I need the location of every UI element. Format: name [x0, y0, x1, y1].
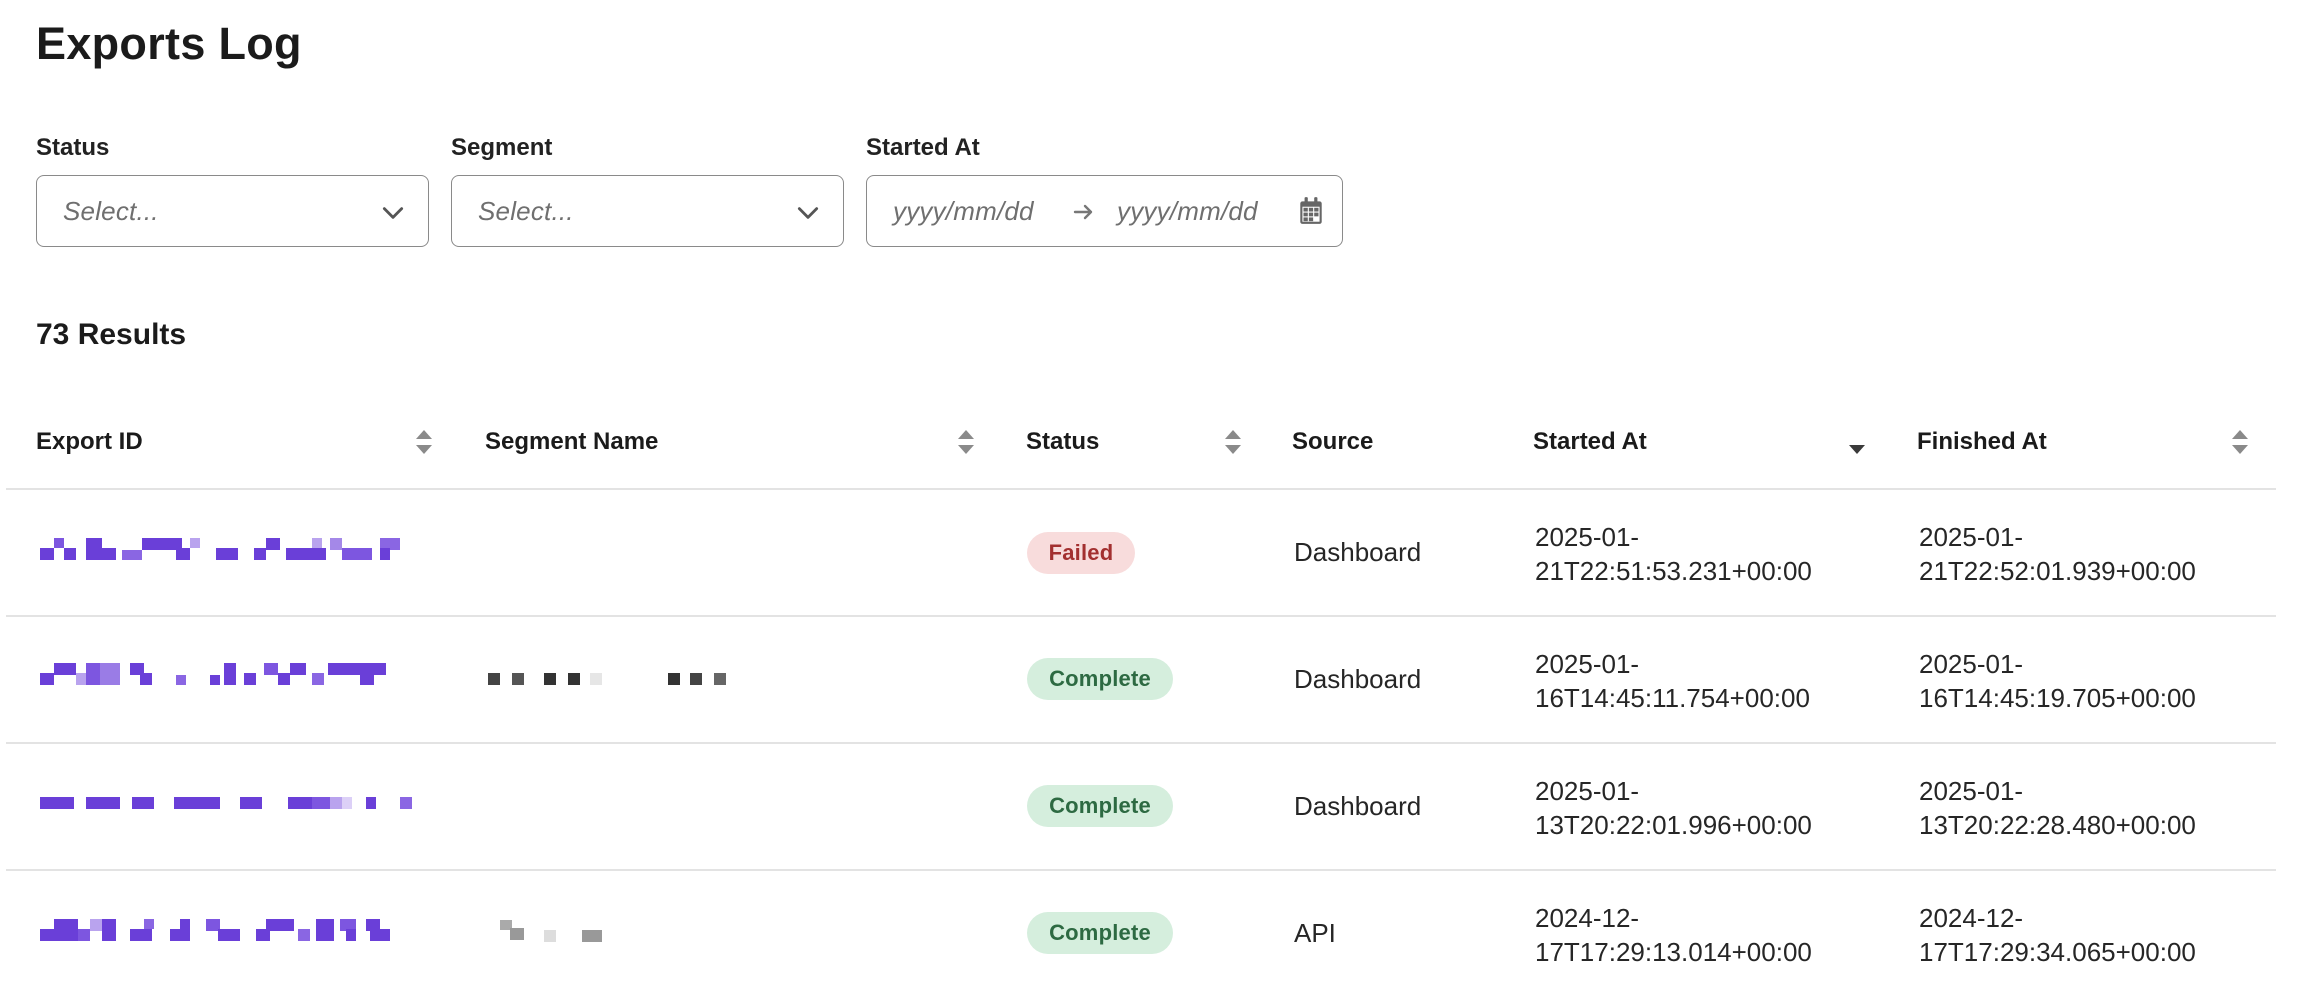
table-header: Export ID Segment Name Status Source Sta…	[0, 420, 2276, 488]
segment-filter-placeholder: Select...	[478, 195, 574, 226]
sort-icon[interactable]	[414, 428, 434, 456]
page-title: Exports Log	[36, 18, 302, 69]
started-at-time: 17T17:29:13.014+00:00	[1535, 937, 1812, 967]
arrow-right-icon	[1073, 204, 1093, 220]
column-header-export-id[interactable]: Export ID	[36, 428, 143, 456]
column-header-segment-name[interactable]: Segment Name	[485, 428, 658, 456]
finished-at-date: 2024-12-	[1919, 903, 2024, 933]
status-badge: Complete	[1027, 658, 1173, 700]
status-badge: Complete	[1027, 912, 1173, 954]
export-id-link[interactable]	[40, 797, 412, 809]
segment-name-link[interactable]	[488, 673, 728, 685]
export-id-link[interactable]	[40, 538, 402, 560]
started-at-cell: 2025-01- 21T22:51:53.231+00:00	[1535, 520, 1812, 588]
started-at-time: 16T14:45:11.754+00:00	[1535, 683, 1810, 713]
status-badge: Complete	[1027, 785, 1173, 827]
exports-log-page: Exports Log Status Select... Segment Sel…	[0, 0, 2304, 973]
started-at-date: 2025-01-	[1535, 522, 1640, 552]
finished-at-cell: 2025-01- 13T20:22:28.480+00:00	[1919, 774, 2196, 842]
started-at-date: 2025-01-	[1535, 649, 1640, 679]
column-header-source: Source	[1292, 428, 1374, 455]
column-header-finished-at[interactable]: Finished At	[1917, 428, 2047, 456]
finished-at-date: 2025-01-	[1919, 522, 2024, 552]
date-to-input[interactable]: yyyy/mm/dd	[1117, 196, 1258, 227]
source-cell: Dashboard	[1294, 791, 1422, 821]
started-at-filter-label: Started At	[866, 134, 980, 161]
table-row[interactable]: Failed Dashboard 2025-01- 21T22:51:53.23…	[0, 490, 2304, 616]
finished-at-cell: 2025-01- 16T14:45:19.705+00:00	[1919, 647, 2196, 715]
status-badge: Failed	[1027, 532, 1135, 574]
sort-icon[interactable]	[956, 428, 976, 456]
started-at-cell: 2025-01- 13T20:22:01.996+00:00	[1535, 774, 1812, 842]
export-id-link[interactable]	[40, 919, 390, 941]
finished-at-cell: 2024-12- 17T17:29:34.065+00:00	[1919, 901, 2196, 969]
finished-at-time: 21T22:52:01.939+00:00	[1919, 556, 2196, 586]
export-id-link[interactable]	[40, 663, 390, 685]
sort-icon[interactable]	[1223, 428, 1243, 456]
column-header-started-at[interactable]: Started At	[1533, 428, 1647, 456]
table-row[interactable]: Complete API 2024-12- 17T17:29:13.014+00…	[0, 871, 2304, 997]
source-cell: Dashboard	[1294, 664, 1422, 694]
table-row[interactable]: Complete Dashboard 2025-01- 16T14:45:11.…	[0, 617, 2304, 743]
finished-at-time: 16T14:45:19.705+00:00	[1919, 683, 2196, 713]
status-filter-select[interactable]: Select...	[36, 175, 429, 247]
started-at-cell: 2025-01- 16T14:45:11.754+00:00	[1535, 647, 1810, 715]
status-filter-placeholder: Select...	[63, 195, 159, 226]
calendar-icon[interactable]	[1298, 196, 1324, 226]
segment-filter-label: Segment	[451, 134, 553, 161]
started-at-time: 21T22:51:53.231+00:00	[1535, 556, 1812, 586]
chevron-down-icon	[797, 207, 819, 219]
started-at-time: 13T20:22:01.996+00:00	[1535, 810, 1812, 840]
started-at-date: 2024-12-	[1535, 903, 1640, 933]
chevron-down-icon	[382, 207, 404, 219]
source-cell: API	[1294, 918, 1336, 948]
date-from-input[interactable]: yyyy/mm/dd	[893, 196, 1034, 227]
status-filter-label: Status	[36, 134, 110, 161]
finished-at-time: 13T20:22:28.480+00:00	[1919, 810, 2196, 840]
started-at-date-range[interactable]: yyyy/mm/dd yyyy/mm/dd	[866, 175, 1343, 247]
column-header-status[interactable]: Status	[1026, 428, 1099, 456]
sort-icon[interactable]	[2230, 428, 2250, 456]
started-at-date: 2025-01-	[1535, 776, 1640, 806]
finished-at-cell: 2025-01- 21T22:52:01.939+00:00	[1919, 520, 2196, 588]
segment-filter-select[interactable]: Select...	[451, 175, 844, 247]
segment-name-link[interactable]	[500, 920, 602, 942]
sort-descending-icon[interactable]	[1847, 428, 1867, 456]
results-count: 73 Results	[36, 318, 187, 351]
finished-at-date: 2025-01-	[1919, 776, 2024, 806]
started-at-cell: 2024-12- 17T17:29:13.014+00:00	[1535, 901, 1812, 969]
finished-at-date: 2025-01-	[1919, 649, 2024, 679]
finished-at-time: 17T17:29:34.065+00:00	[1919, 937, 2196, 967]
source-cell: Dashboard	[1294, 537, 1422, 567]
table-row[interactable]: Complete Dashboard 2025-01- 13T20:22:01.…	[0, 744, 2304, 870]
